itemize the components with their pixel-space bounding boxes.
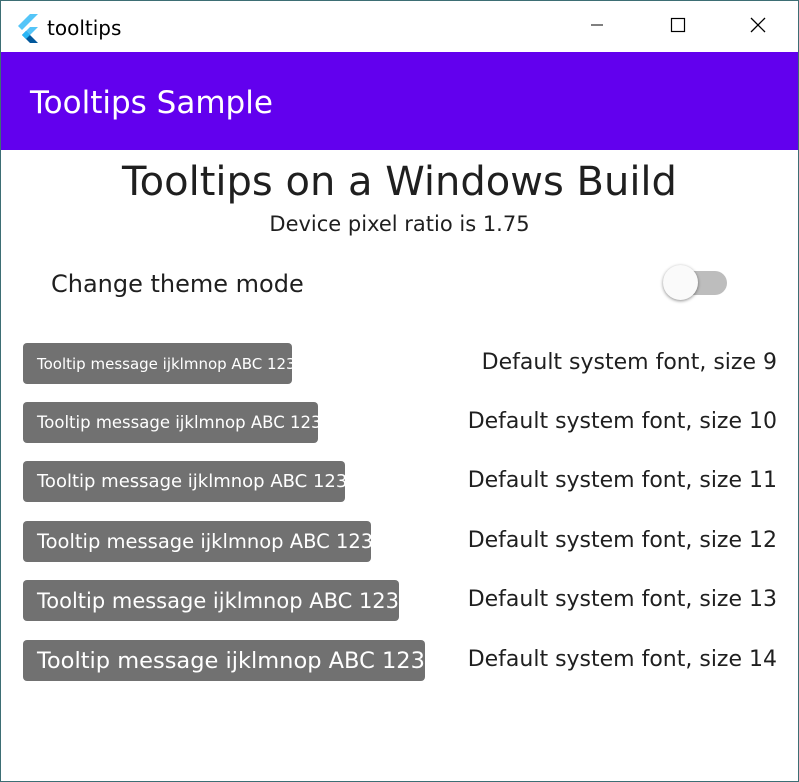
font-size-row: Tooltip message ijklmnop ABC 123 Default… <box>1 521 798 563</box>
font-size-label: Default system font, size 11 <box>467 468 777 493</box>
window-title: tooltips <box>47 16 122 40</box>
minimize-icon <box>589 17 605 37</box>
font-size-row: Tooltip message ijklmnop ABC 123 Default… <box>1 461 798 503</box>
font-size-row: Tooltip message ijklmnop ABC 123 Default… <box>1 343 798 385</box>
tooltip-button[interactable]: Tooltip message ijklmnop ABC 123 <box>23 580 399 621</box>
theme-mode-switch[interactable] <box>663 265 729 301</box>
maximize-icon <box>670 17 686 37</box>
switch-thumb[interactable] <box>663 265 698 300</box>
flutter-logo-icon <box>16 13 42 43</box>
maximize-button[interactable] <box>637 1 718 52</box>
tooltip-button[interactable]: Tooltip message ijklmnop ABC 123 <box>23 402 321 443</box>
font-size-label: Default system font, size 12 <box>467 528 777 553</box>
app-bar: Tooltips Sample <box>1 52 798 150</box>
page-title: Tooltips on a Windows Build <box>122 159 677 205</box>
font-size-label: Default system font, size 14 <box>467 647 777 672</box>
font-size-row: Tooltip message ijklmnop ABC 123 Default… <box>1 580 798 622</box>
app-window: tooltips Tooltips Sample Tooltips on a W… <box>0 0 799 782</box>
title-bar[interactable]: tooltips <box>1 1 798 52</box>
tooltip-button[interactable]: Tooltip message ijklmnop ABC 123 <box>23 461 347 502</box>
close-icon <box>749 16 767 38</box>
font-size-row: Tooltip message ijklmnop ABC 123 Default… <box>1 640 798 682</box>
app-bar-title: Tooltips Sample <box>30 85 273 121</box>
tooltip-button[interactable]: Tooltip message ijklmnop ABC 123 <box>23 521 373 562</box>
pixel-ratio-text: Device pixel ratio is 1.75 <box>269 212 530 236</box>
minimize-button[interactable] <box>556 1 637 52</box>
tooltip-button[interactable]: Tooltip message ijklmnop ABC 123 <box>23 343 296 384</box>
close-button[interactable] <box>717 1 798 52</box>
tooltip-button[interactable]: Tooltip message ijklmnop ABC 123 <box>23 640 425 681</box>
font-size-row: Tooltip message ijklmnop ABC 123 Default… <box>1 402 798 444</box>
font-size-label: Default system font, size 13 <box>467 587 777 612</box>
font-size-label: Default system font, size 10 <box>467 409 777 434</box>
font-size-label: Default system font, size 9 <box>481 350 777 375</box>
theme-mode-label: Change theme mode <box>51 270 304 298</box>
